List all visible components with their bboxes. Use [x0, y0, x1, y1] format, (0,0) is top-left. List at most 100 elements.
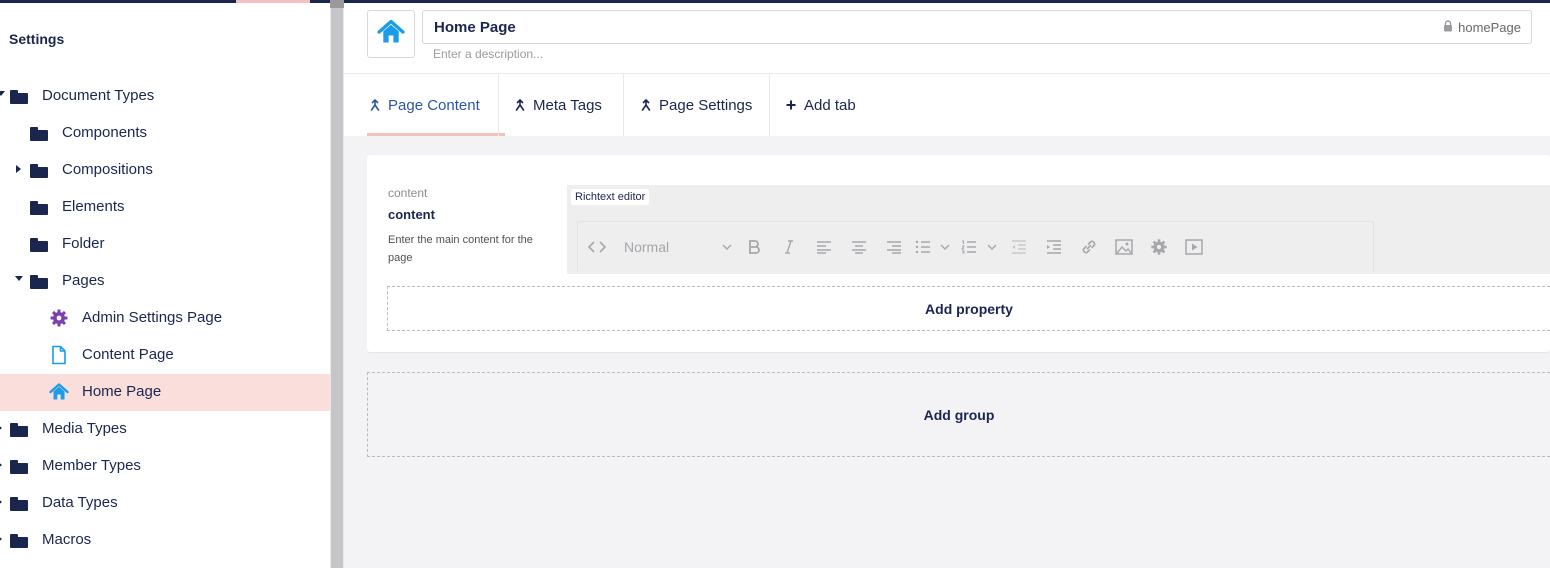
macro-gear-icon[interactable] [1141, 235, 1176, 259]
name-value: Home Page [434, 19, 516, 36]
caret-right-icon[interactable] [0, 424, 2, 432]
chevron-down-icon [722, 244, 732, 250]
chevron-down-icon[interactable] [935, 235, 955, 259]
alias-field[interactable]: homePage [1443, 20, 1521, 35]
tab-divider [769, 74, 770, 136]
italic-icon[interactable] [771, 235, 806, 259]
add-property-button[interactable]: Add property [387, 286, 1550, 331]
source-code-icon[interactable] [578, 235, 616, 259]
folder-icon [30, 197, 50, 217]
tab-page-settings[interactable]: Page Settings [641, 74, 769, 136]
tree-item-admin-settings-page[interactable]: Admin Settings Page [0, 300, 330, 337]
document-type-name-input[interactable]: Home Page homePage [422, 10, 1532, 44]
tree-item-elements[interactable]: Elements [0, 189, 330, 226]
caret-right-icon[interactable] [0, 535, 2, 543]
bullet-list-icon[interactable] [911, 235, 935, 259]
scrollbar-thumb[interactable] [330, 0, 344, 8]
tab-meta-tags[interactable]: Meta Tags [515, 74, 623, 136]
chevron-down-icon[interactable] [983, 235, 1001, 259]
add-group-button[interactable]: Add group [367, 372, 1550, 457]
home-icon [377, 18, 405, 51]
tree-item-label: Media Types [42, 420, 127, 437]
settings-sidebar: Settings Document Types Components Compo… [0, 3, 330, 568]
tree-item-content-page[interactable]: Content Page [0, 337, 330, 374]
tree-item-label: Admin Settings Page [82, 309, 223, 326]
folder-icon [30, 123, 50, 143]
align-center-icon[interactable] [841, 235, 876, 259]
document-type-editor: Home Page homePage Enter a description..… [344, 3, 1550, 568]
tree-item-member-types[interactable]: Member Types [0, 448, 330, 485]
format-select[interactable]: Normal [616, 235, 736, 259]
tree-item-compositions[interactable]: Compositions [0, 152, 330, 189]
tree-item-folder[interactable]: Folder [0, 226, 330, 263]
tab-bar: Page Content Meta Tags Page Settings Add… [344, 74, 1550, 136]
folder-icon [30, 234, 50, 254]
alias-value: homePage [1458, 20, 1521, 35]
description-input[interactable]: Enter a description... [433, 47, 543, 61]
tree-item-label: Pages [62, 272, 105, 289]
tree-item-pages[interactable]: Pages [0, 263, 330, 300]
add-tab-label: Add tab [804, 96, 856, 114]
tree-item-label: Content Page [82, 346, 174, 363]
tree-item-label: Data Types [42, 494, 118, 511]
tree-item-components[interactable]: Components [0, 115, 330, 152]
tree-item-data-types[interactable]: Data Types [0, 485, 330, 522]
document-icon [50, 345, 70, 365]
caret-right-icon[interactable] [0, 461, 2, 469]
tree-item-document-types[interactable]: Document Types [0, 78, 330, 115]
sidebar-title: Settings [9, 31, 65, 47]
folder-icon [30, 271, 50, 291]
tree-item-label: Home Page [82, 383, 162, 400]
tree-item-media-types[interactable]: Media Types [0, 411, 330, 448]
tab-label: Page Content [388, 96, 480, 114]
caret-right-icon[interactable] [16, 165, 21, 173]
tab-label: Meta Tags [533, 96, 602, 114]
folder-icon [10, 493, 30, 513]
outdent-icon[interactable] [1001, 235, 1036, 259]
plus-icon [786, 100, 796, 110]
property-alias: content [388, 186, 428, 200]
folder-icon [10, 86, 30, 106]
drag-handle-icon[interactable] [641, 99, 651, 111]
editor-header: Home Page homePage Enter a description..… [344, 3, 1550, 74]
folder-icon [10, 456, 30, 476]
editor-type-badge: Richtext editor [571, 189, 650, 205]
tree-item-label: Document Types [42, 87, 155, 104]
property-name[interactable]: content [388, 207, 435, 222]
tab-divider [623, 74, 624, 136]
tab-divider [498, 74, 499, 136]
scrollbar-track[interactable] [331, 0, 343, 568]
property-group: content content Enter the main content f… [367, 155, 1550, 352]
align-left-icon[interactable] [806, 235, 841, 259]
lock-icon[interactable] [1443, 20, 1453, 35]
embed-media-icon[interactable] [1176, 235, 1211, 259]
tree-item-macros[interactable]: Macros [0, 522, 330, 559]
tree-item-label: Compositions [62, 161, 153, 178]
tree-item-label: Member Types [42, 457, 141, 474]
richtext-toolbar: Normal [577, 221, 1374, 271]
tree-item-home-page[interactable]: Home Page [0, 374, 330, 411]
bold-icon[interactable] [736, 235, 771, 259]
format-select-value: Normal [624, 238, 670, 255]
numbered-list-icon[interactable] [955, 235, 983, 259]
align-right-icon[interactable] [876, 235, 911, 259]
indent-icon[interactable] [1036, 235, 1071, 259]
tree-item-label: Macros [42, 531, 92, 548]
drag-handle-icon[interactable] [515, 99, 525, 111]
tree-item-label: Components [62, 124, 148, 141]
caret-right-icon[interactable] [0, 498, 2, 506]
document-type-icon-picker[interactable] [367, 10, 415, 58]
sidebar-scrollbar[interactable] [330, 0, 344, 568]
folder-icon [10, 530, 30, 550]
property-description: Enter the main content for the page [388, 234, 533, 264]
add-tab-button[interactable]: Add tab [786, 74, 876, 136]
home-icon [49, 382, 69, 402]
tab-label: Page Settings [659, 96, 753, 114]
property-editor-preview[interactable]: Richtext editor Normal [567, 185, 1550, 274]
drag-handle-icon[interactable] [370, 99, 380, 111]
caret-down-icon[interactable] [15, 276, 23, 281]
caret-down-icon[interactable] [0, 91, 5, 96]
folder-icon [10, 419, 30, 439]
link-icon[interactable] [1071, 235, 1106, 259]
image-icon[interactable] [1106, 235, 1141, 259]
